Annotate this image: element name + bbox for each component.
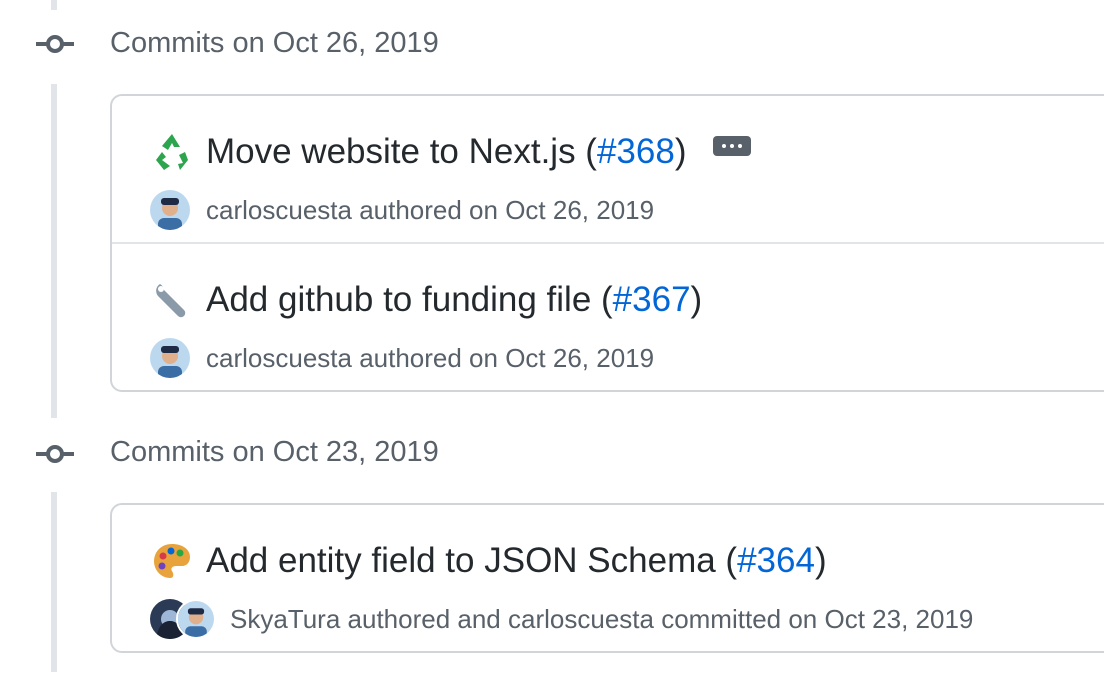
commit-message[interactable]: Add entity field to JSON Schema ( — [206, 539, 737, 583]
art-palette-icon — [154, 544, 190, 578]
commit-list: Move website to Next.js (#368) carloscue… — [110, 94, 1104, 392]
recycle-icon — [156, 134, 188, 170]
pr-link[interactable]: #367 — [613, 278, 691, 322]
commit-meta: carloscuesta authored on Oct 26, 2019 — [150, 190, 654, 230]
commit-item: Move website to Next.js (#368) carloscue… — [112, 96, 1104, 242]
commit-title[interactable]: Add entity field to JSON Schema (#364) — [150, 539, 827, 583]
pr-link[interactable]: #368 — [597, 130, 675, 174]
commit-message-end: ) — [674, 132, 687, 171]
commit-item: Add github to funding file (#367) carlos… — [112, 242, 1104, 390]
git-commit-icon — [36, 445, 74, 463]
timeline-line — [51, 0, 57, 10]
commits-page: Commits on Oct 26, 2019 Move website to … — [0, 0, 1104, 684]
author-link[interactable]: carloscuesta — [206, 340, 352, 376]
git-commit-icon — [36, 35, 74, 53]
commit-group-date: Commits on Oct 26, 2019 — [110, 27, 439, 59]
commit-item: Add entity field to JSON Schema (#364) S… — [112, 505, 1104, 651]
avatar[interactable] — [150, 338, 190, 378]
avatar-pair — [150, 599, 216, 639]
timeline-line — [51, 492, 57, 672]
author-link[interactable]: SkyaTura — [230, 601, 340, 637]
commit-message-end: ) — [690, 280, 703, 319]
commit-date-text: authored on Oct 26, 2019 — [351, 343, 655, 373]
commit-message[interactable]: Add github to funding file ( — [206, 278, 613, 322]
avatar[interactable] — [176, 599, 216, 639]
timeline-line — [51, 84, 57, 418]
commit-meta-text: authored and — [340, 604, 508, 634]
commit-list: Add entity field to JSON Schema (#364) S… — [110, 503, 1104, 653]
commit-date-text: committed on Oct 23, 2019 — [653, 604, 974, 634]
commit-title[interactable]: Move website to Next.js (#368) — [150, 130, 751, 174]
wrench-icon — [156, 284, 186, 318]
pr-link[interactable]: #364 — [737, 539, 815, 583]
commit-meta: SkyaTura authored and carloscuesta commi… — [150, 599, 973, 639]
commit-group-date: Commits on Oct 23, 2019 — [110, 436, 439, 468]
commit-date-text: authored on Oct 26, 2019 — [351, 195, 655, 225]
author-link[interactable]: carloscuesta — [206, 192, 352, 228]
commit-meta: carloscuesta authored on Oct 26, 2019 — [150, 338, 654, 378]
commit-message[interactable]: Move website to Next.js ( — [206, 130, 597, 174]
expand-ellipsis-button[interactable] — [712, 136, 751, 156]
avatar[interactable] — [150, 190, 190, 230]
committer-link[interactable]: carloscuesta — [508, 601, 654, 637]
commit-title[interactable]: Add github to funding file (#367) — [150, 278, 702, 322]
commit-message-end: ) — [814, 541, 827, 580]
